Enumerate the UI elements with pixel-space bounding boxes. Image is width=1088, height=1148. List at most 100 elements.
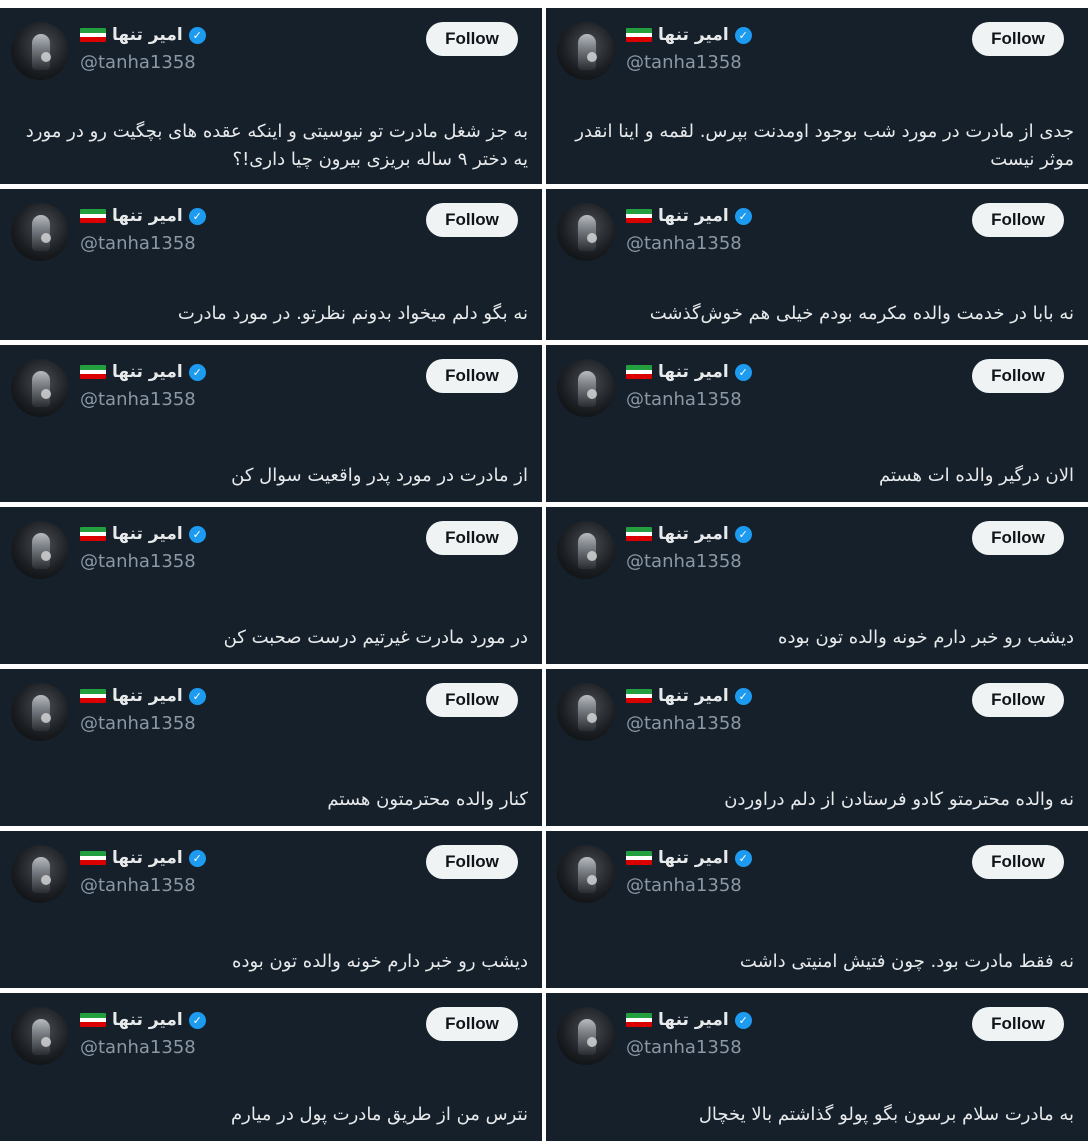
tweet-card[interactable]: امیر تنها ✓ @tanha1358 Follow به جز شغل … [0,8,542,184]
user-handle[interactable]: @tanha1358 [626,713,742,734]
verified-badge-icon: ✓ [734,525,752,543]
display-name-row[interactable]: امیر تنها ✓ [626,1007,752,1033]
tweet-card[interactable]: امیر تنها ✓ @tanha1358 Follow نترس من از… [0,993,542,1141]
tweet-card[interactable]: امیر تنها ✓ @tanha1358 Follow نه والده م… [546,669,1088,826]
tweet-card[interactable]: امیر تنها ✓ @tanha1358 Follow دیشب رو خب… [546,507,1088,664]
tweet-card[interactable]: امیر تنها ✓ @tanha1358 Follow نه بگو دلم… [0,189,542,340]
tweet-text: به جز شغل مادرت تو نیوسیتی و اینکه عقده … [25,121,528,170]
follow-button[interactable]: Follow [972,22,1064,56]
avatar[interactable] [11,683,69,741]
iran-flag-icon [80,689,106,703]
tweet-card[interactable]: امیر تنها ✓ @tanha1358 Follow به مادرت س… [546,993,1088,1141]
follow-button[interactable]: Follow [426,1007,518,1041]
display-name[interactable]: امیر تنها [658,524,729,544]
display-name-row[interactable]: امیر تنها ✓ [626,845,752,871]
verified-badge-icon: ✓ [188,525,206,543]
display-name[interactable]: امیر تنها [112,686,183,706]
display-name[interactable]: امیر تنها [112,1010,183,1030]
avatar[interactable] [11,22,69,80]
follow-button[interactable]: Follow [972,359,1064,393]
follow-button[interactable]: Follow [972,683,1064,717]
display-name[interactable]: امیر تنها [658,1010,729,1030]
display-name[interactable]: امیر تنها [658,206,729,226]
tweet-grid: امیر تنها ✓ @tanha1358 Follow به جز شغل … [0,8,1088,1141]
follow-button[interactable]: Follow [426,22,518,56]
display-name[interactable]: امیر تنها [112,362,183,382]
display-name-row[interactable]: امیر تنها ✓ [80,683,206,709]
user-handle[interactable]: @tanha1358 [626,551,742,572]
tweet-card[interactable]: امیر تنها ✓ @tanha1358 Follow دیشب رو خب… [0,831,542,988]
user-handle[interactable]: @tanha1358 [80,713,196,734]
avatar[interactable] [557,845,615,903]
display-name[interactable]: امیر تنها [112,206,183,226]
verified-badge-icon: ✓ [734,849,752,867]
display-name-row[interactable]: امیر تنها ✓ [80,521,206,547]
tweet-card[interactable]: امیر تنها ✓ @tanha1358 Follow از مادرت د… [0,345,542,502]
iran-flag-icon [626,527,652,541]
follow-button[interactable]: Follow [972,1007,1064,1041]
follow-button[interactable]: Follow [426,845,518,879]
tweet-card[interactable]: امیر تنها ✓ @tanha1358 Follow نه فقط ماد… [546,831,1088,988]
display-name[interactable]: امیر تنها [112,848,183,868]
display-name-row[interactable]: امیر تنها ✓ [80,359,206,385]
follow-button[interactable]: Follow [426,359,518,393]
avatar[interactable] [11,359,69,417]
follow-button[interactable]: Follow [972,845,1064,879]
verified-badge-icon: ✓ [188,1011,206,1029]
display-name-row[interactable]: امیر تنها ✓ [80,845,206,871]
avatar[interactable] [557,22,615,80]
verified-badge-icon: ✓ [188,207,206,225]
display-name[interactable]: امیر تنها [112,524,183,544]
display-name-row[interactable]: امیر تنها ✓ [626,359,752,385]
avatar[interactable] [557,683,615,741]
display-name-row[interactable]: امیر تنها ✓ [626,22,752,48]
avatar[interactable] [11,845,69,903]
user-handle[interactable]: @tanha1358 [80,52,196,73]
user-handle[interactable]: @tanha1358 [626,52,742,73]
avatar[interactable] [557,1007,615,1065]
display-name[interactable]: امیر تنها [658,25,729,45]
avatar[interactable] [557,359,615,417]
display-name[interactable]: امیر تنها [658,848,729,868]
tweet-card[interactable]: امیر تنها ✓ @tanha1358 Follow جدی از ماد… [546,8,1088,184]
user-handle[interactable]: @tanha1358 [626,875,742,896]
avatar[interactable] [557,521,615,579]
tweet-text: کنار والده محترمتون هستم [327,789,528,810]
follow-button[interactable]: Follow [426,521,518,555]
display-name-row[interactable]: امیر تنها ✓ [626,683,752,709]
tweet-text: از مادرت در مورد پدر واقعیت سوال کن [231,465,528,486]
display-name[interactable]: امیر تنها [658,362,729,382]
user-handle[interactable]: @tanha1358 [80,875,196,896]
user-handle[interactable]: @tanha1358 [626,233,742,254]
user-handle[interactable]: @tanha1358 [626,1037,742,1058]
iran-flag-icon [80,851,106,865]
display-name-row[interactable]: امیر تنها ✓ [80,203,206,229]
avatar[interactable] [11,521,69,579]
follow-button[interactable]: Follow [972,521,1064,555]
follow-button[interactable]: Follow [426,683,518,717]
user-handle[interactable]: @tanha1358 [80,1037,196,1058]
display-name[interactable]: امیر تنها [112,25,183,45]
display-name-row[interactable]: امیر تنها ✓ [80,1007,206,1033]
avatar[interactable] [557,203,615,261]
follow-button[interactable]: Follow [426,203,518,237]
display-name-row[interactable]: امیر تنها ✓ [626,203,752,229]
verified-badge-icon: ✓ [188,687,206,705]
user-handle[interactable]: @tanha1358 [80,233,196,254]
display-name-row[interactable]: امیر تنها ✓ [80,22,206,48]
display-name-row[interactable]: امیر تنها ✓ [626,521,752,547]
tweet-card[interactable]: امیر تنها ✓ @tanha1358 Follow نه بابا در… [546,189,1088,340]
user-handle[interactable]: @tanha1358 [80,389,196,410]
avatar[interactable] [11,203,69,261]
user-handle[interactable]: @tanha1358 [626,389,742,410]
avatar-hand [41,389,51,399]
display-name[interactable]: امیر تنها [658,686,729,706]
avatar[interactable] [11,1007,69,1065]
tweet-card[interactable]: امیر تنها ✓ @tanha1358 Follow الان درگیر… [546,345,1088,502]
avatar-hand [587,389,597,399]
avatar-hand [41,713,51,723]
tweet-card[interactable]: امیر تنها ✓ @tanha1358 Follow کنار والده… [0,669,542,826]
user-handle[interactable]: @tanha1358 [80,551,196,572]
follow-button[interactable]: Follow [972,203,1064,237]
tweet-card[interactable]: امیر تنها ✓ @tanha1358 Follow در مورد ما… [0,507,542,664]
